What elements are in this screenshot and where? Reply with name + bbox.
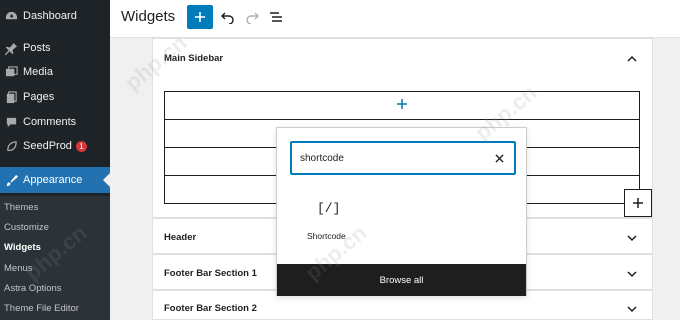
undo-button[interactable] [220, 9, 236, 25]
sidebar-item-comments[interactable]: Comments [0, 110, 110, 134]
pages-icon [4, 90, 18, 104]
sidebar-item-label: Media [23, 66, 53, 78]
chevron-down-icon[interactable] [626, 232, 638, 244]
chevron-up-icon[interactable] [626, 53, 638, 65]
seedprod-icon [4, 139, 18, 153]
block-search-input[interactable] [300, 150, 480, 166]
undo-icon [221, 12, 234, 24]
panel-title: Footer Bar Section 2 [164, 303, 257, 314]
paintbrush-icon [4, 173, 18, 187]
submenu-item-theme-file-editor[interactable]: Theme File Editor [4, 303, 79, 314]
pin-icon [4, 41, 18, 55]
sidebar-item-label: Pages [23, 91, 55, 103]
media-icon [4, 65, 18, 79]
sidebar-item-label: Comments [23, 116, 77, 128]
browse-all-button[interactable]: Browse all [277, 264, 526, 296]
submenu-item-themes[interactable]: Themes [4, 202, 38, 213]
editor-header: Widgets [110, 0, 680, 38]
sidebar-item-pages[interactable]: Pages [0, 85, 110, 109]
shortcode-icon[interactable]: [/] [317, 201, 340, 216]
submenu-item-astra-options[interactable]: Astra Options [4, 283, 62, 294]
chevron-down-icon[interactable] [626, 303, 638, 315]
panel-title: Footer Bar Section 1 [164, 268, 257, 279]
plus-icon [633, 198, 643, 208]
panel-title[interactable]: Main Sidebar [164, 53, 223, 64]
clear-search-button[interactable] [492, 150, 506, 166]
sidebar-item-seedprod[interactable]: SeedProd 1 [0, 134, 110, 158]
sidebar-item-media[interactable]: Media [0, 60, 110, 84]
block-inserter-toggle-button[interactable] [187, 5, 213, 29]
add-block-plus-icon[interactable] [396, 98, 408, 110]
close-icon [494, 153, 504, 163]
page-title: Widgets [121, 8, 176, 25]
update-count-badge: 1 [75, 140, 87, 152]
submenu-item-widgets[interactable]: Widgets [4, 242, 41, 253]
sidebar-item-label: Posts [23, 42, 51, 54]
submenu-item-customize[interactable]: Customize [4, 222, 49, 233]
block-result-label[interactable]: Shortcode [307, 231, 346, 241]
list-view-button[interactable] [268, 9, 284, 25]
block-inserter-popover: [/] Shortcode Browse all [276, 127, 527, 296]
redo-button[interactable] [244, 9, 260, 25]
add-block-button[interactable] [624, 189, 652, 217]
sidebar-item-appearance[interactable]: Appearance [0, 167, 110, 193]
admin-sidebar: Dashboard Posts Media Pages Comments See… [0, 0, 110, 320]
comments-icon [4, 115, 18, 129]
block-search-field[interactable] [290, 141, 516, 175]
plus-icon [195, 12, 205, 22]
sidebar-item-label: Dashboard [23, 10, 77, 22]
dashboard-icon [4, 9, 18, 23]
redo-icon [246, 12, 259, 24]
sidebar-item-dashboard[interactable]: Dashboard [0, 4, 110, 28]
list-view-icon [270, 12, 282, 22]
chevron-down-icon[interactable] [626, 268, 638, 280]
sidebar-item-label: Appearance [23, 174, 83, 186]
submenu-item-menus[interactable]: Menus [4, 263, 33, 274]
sidebar-item-label: SeedProd [23, 140, 72, 152]
panel-title: Header [164, 232, 197, 243]
appearance-submenu: Themes Customize Widgets Menus Astra Opt… [0, 196, 110, 320]
sidebar-item-posts[interactable]: Posts [0, 36, 110, 60]
